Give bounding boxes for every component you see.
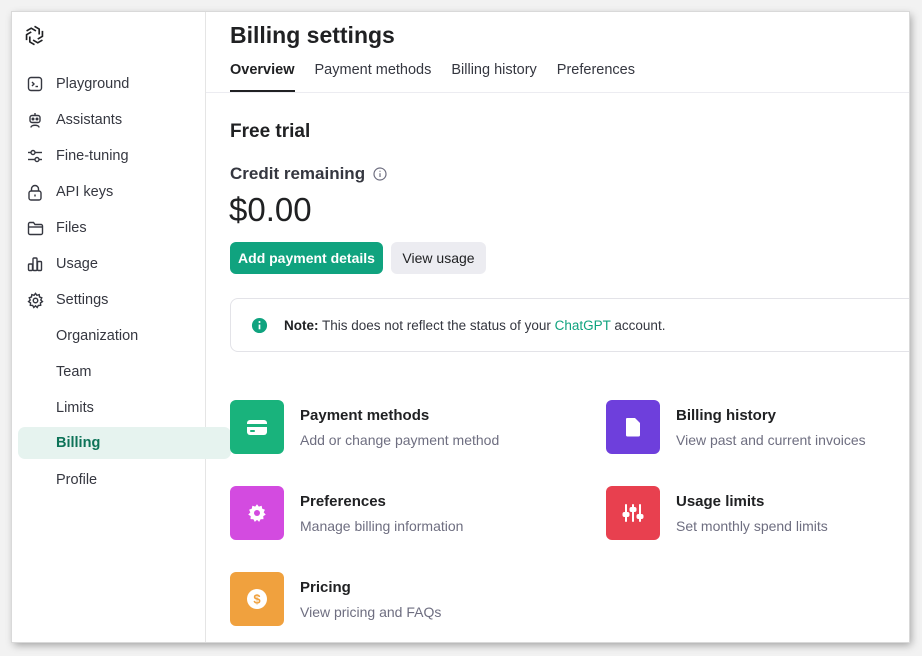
card-description: Set monthly spend limits	[676, 518, 828, 534]
sidebar: Playground Assistants Fine-tuning API ke…	[12, 12, 231, 642]
card-description: View pricing and FAQs	[300, 604, 442, 620]
tabs-divider	[206, 92, 909, 93]
card-title: Preferences	[300, 493, 386, 510]
sidebar-item-files[interactable]: Files	[18, 212, 193, 244]
card-title: Usage limits	[676, 493, 765, 510]
tab-payment-methods[interactable]: Payment methods	[315, 62, 432, 92]
credit-label-text: Credit remaining	[230, 164, 366, 183]
chatgpt-link[interactable]: ChatGPT	[555, 318, 611, 333]
info-filled-icon	[251, 317, 268, 333]
lock-icon	[25, 182, 45, 202]
card-title: Pricing	[300, 579, 351, 596]
openai-logo-icon[interactable]	[22, 23, 47, 48]
add-payment-details-button[interactable]: Add payment details	[230, 242, 383, 274]
sidebar-item-label: Fine-tuning	[56, 148, 129, 164]
sliders-icon	[606, 486, 660, 540]
sidebar-item-label: API keys	[56, 184, 114, 200]
page-title: Billing settings	[230, 22, 395, 48]
billing-history-card[interactable]: Billing history View past and current in…	[606, 400, 909, 454]
tab-bar: Overview Payment methods Billing history…	[230, 62, 655, 92]
sidebar-item-label: Team	[56, 364, 92, 380]
info-icon[interactable]	[373, 167, 387, 181]
card-description: View past and current invoices	[676, 432, 866, 448]
preferences-card[interactable]: Preferences Manage billing information	[230, 486, 570, 540]
sidebar-item-label: Playground	[56, 76, 130, 92]
sidebar-item-api-keys[interactable]: API keys	[18, 176, 193, 208]
sidebar-item-usage[interactable]: Usage	[18, 248, 193, 280]
gear-icon	[230, 486, 284, 540]
card-title: Payment methods	[300, 407, 430, 424]
svg-text:$: $	[253, 592, 261, 607]
card-title: Billing history	[676, 407, 777, 424]
sidebar-item-label: Usage	[56, 256, 98, 272]
sidebar-item-fine-tuning[interactable]: Fine-tuning	[18, 140, 193, 172]
sidebar-item-label: Settings	[56, 292, 109, 308]
view-usage-button[interactable]: View usage	[391, 242, 486, 274]
note-body: This does not reflect the status of your	[318, 317, 555, 333]
terminal-icon	[25, 74, 45, 94]
card-description: Add or change payment method	[300, 432, 500, 448]
sidebar-item-label: Files	[56, 220, 87, 236]
tab-preferences[interactable]: Preferences	[557, 62, 635, 92]
usage-limits-card[interactable]: Usage limits Set monthly spend limits	[606, 486, 909, 540]
credit-card-icon	[230, 400, 284, 454]
bar-chart-icon	[25, 254, 45, 274]
credit-value: $0.00	[229, 191, 312, 228]
sidebar-item-label: Organization	[56, 328, 139, 344]
robot-icon	[25, 110, 45, 130]
section-title: Free trial	[230, 121, 311, 142]
sidebar-item-profile[interactable]: Profile	[18, 464, 231, 496]
note-suffix: account.	[610, 317, 666, 333]
card-description: Manage billing information	[300, 518, 464, 534]
sidebar-item-assistants[interactable]: Assistants	[18, 104, 193, 136]
credit-label: Credit remaining	[230, 164, 387, 184]
sidebar-item-team[interactable]: Team	[18, 356, 231, 388]
sidebar-item-settings[interactable]: Settings	[18, 284, 193, 316]
dollar-coin-icon: $	[230, 572, 284, 626]
main-content: Billing settings Overview Payment method…	[206, 12, 909, 642]
sidebar-item-label: Profile	[56, 472, 98, 488]
sidebar-item-billing[interactable]: Billing	[18, 427, 231, 459]
sidebar-item-label: Billing	[56, 435, 101, 451]
gear-icon	[25, 290, 45, 310]
sidebar-item-label: Limits	[56, 400, 94, 416]
sidebar-item-limits[interactable]: Limits	[18, 392, 231, 424]
payment-methods-card[interactable]: Payment methods Add or change payment me…	[230, 400, 570, 454]
document-icon	[606, 400, 660, 454]
tab-overview[interactable]: Overview	[230, 62, 295, 92]
note-text: Note: This does not reflect the status o…	[284, 318, 665, 333]
sliders-icon	[25, 146, 45, 166]
pricing-card[interactable]: $ Pricing View pricing and FAQs	[230, 572, 570, 626]
app-window: Playground Assistants Fine-tuning API ke…	[12, 12, 909, 642]
note-prefix: Note:	[284, 317, 319, 333]
note-banner: Note: This does not reflect the status o…	[230, 298, 909, 352]
tab-billing-history[interactable]: Billing history	[451, 62, 536, 92]
sidebar-item-label: Assistants	[56, 112, 123, 128]
folder-icon	[25, 218, 45, 238]
sidebar-item-organization[interactable]: Organization	[18, 320, 231, 352]
sidebar-item-playground[interactable]: Playground	[18, 68, 193, 100]
